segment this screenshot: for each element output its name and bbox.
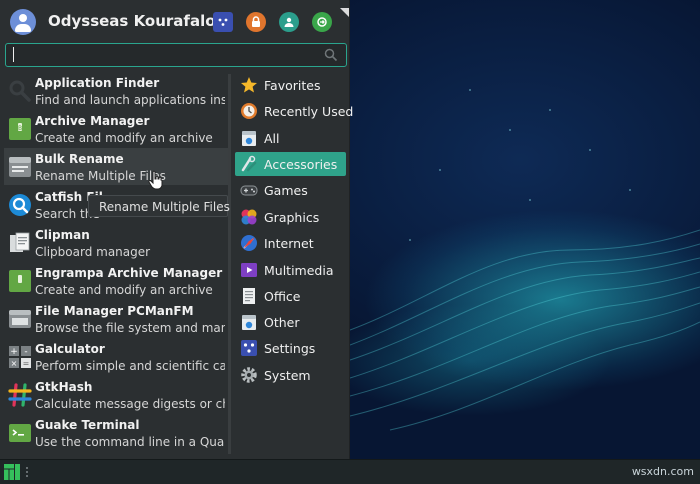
app-description: Find and launch applications instal...: [35, 93, 225, 107]
calculator-icon: + - × =: [9, 346, 31, 368]
category-favorites[interactable]: Favorites: [235, 73, 346, 97]
archive-icon: [9, 270, 31, 292]
application-menu: Odysseas Kourafalos Application Finder F…: [0, 0, 353, 459]
search-field[interactable]: [5, 43, 347, 67]
wave-particles: [350, 89, 700, 431]
category-accessories[interactable]: Accessories: [235, 152, 346, 176]
category-label: Other: [264, 315, 300, 330]
all-apps-icon: [242, 131, 256, 146]
clock-icon: [241, 103, 257, 119]
app-name: Engrampa Archive Manager: [35, 266, 223, 280]
app-description: Clipboard manager: [35, 245, 151, 259]
gamepad-icon: [240, 185, 258, 196]
user-name: Odysseas Kourafalos: [48, 12, 225, 30]
category-settings[interactable]: Settings: [235, 336, 346, 360]
category-label: Office: [264, 289, 301, 304]
app-name: Bulk Rename: [35, 152, 124, 166]
svg-text:+: +: [10, 347, 18, 357]
other-icon: [242, 315, 256, 330]
category-label: Recently Used: [264, 104, 354, 119]
app-description: Calculate message digests or che...: [35, 397, 225, 411]
clipboard-icon: [10, 232, 30, 252]
app-item-guake-terminal[interactable]: Guake Terminal Use the command line in a…: [4, 414, 228, 451]
globe-icon: [241, 235, 257, 251]
category-office[interactable]: Office: [235, 284, 346, 308]
search-icon: [324, 48, 338, 62]
terminal-icon: [9, 424, 31, 442]
app-list-scrollbar[interactable]: [228, 74, 231, 454]
multimedia-icon: [241, 263, 257, 277]
app-description: Create and modify an archive: [35, 283, 213, 297]
app-description: Rename Multiple Files: [35, 169, 166, 183]
hash-icon: [8, 383, 32, 407]
category-multimedia[interactable]: Multimedia: [235, 258, 346, 282]
app-item-bulk-rename[interactable]: Bulk Rename Rename Multiple Files: [4, 148, 228, 185]
panel-handle-icon: [26, 467, 28, 477]
category-games[interactable]: Games: [235, 178, 346, 202]
watermark-text: wsxdn.com: [631, 465, 694, 478]
category-label: Multimedia: [264, 263, 334, 278]
app-item-galculator[interactable]: + - × = Galculator Perform simple and sc…: [4, 338, 228, 375]
bulk-rename-icon: [9, 157, 31, 177]
app-name: GtkHash: [35, 380, 93, 394]
svg-text:=: =: [23, 359, 30, 368]
application-list: Application Finder Find and launch appli…: [4, 72, 228, 456]
app-name: Application Finder: [35, 76, 160, 90]
magnifier-icon: [9, 80, 31, 102]
star-icon: [241, 77, 257, 93]
menu-header: Odysseas Kourafalos: [0, 0, 349, 42]
category-label: Favorites: [264, 78, 321, 93]
switch-user-icon[interactable]: [279, 12, 299, 32]
app-description: Perform simple and scientific calc...: [35, 359, 225, 373]
logout-icon[interactable]: [312, 12, 332, 32]
tooltip: Rename Multiple Files: [88, 195, 230, 217]
app-description: Create and modify an archive: [35, 131, 213, 145]
user-avatar-icon: [10, 9, 36, 35]
app-item-clipman[interactable]: Clipman Clipboard manager: [4, 224, 228, 261]
accessories-icon: [241, 155, 257, 172]
settings-icon: [241, 340, 257, 356]
svg-text:×: ×: [11, 359, 18, 368]
app-item-file-manager[interactable]: File Manager PCManFM Browse the file sys…: [4, 300, 228, 337]
taskbar: wsxdn.com: [0, 459, 700, 484]
category-label: System: [264, 368, 311, 383]
app-description: Browse the file system and mana...: [35, 321, 225, 335]
category-recently-used[interactable]: Recently Used: [235, 99, 353, 123]
resize-corner-icon[interactable]: [340, 8, 349, 17]
file-manager-icon: [9, 310, 31, 328]
search-input[interactable]: [12, 46, 316, 64]
category-internet[interactable]: Internet: [235, 231, 346, 255]
category-label: Games: [264, 183, 308, 198]
gear-icon: [241, 367, 257, 383]
app-item-archive-manager[interactable]: B Archive Manager Create and modify an a…: [4, 110, 228, 147]
app-item-gtkhash[interactable]: GtkHash Calculate message digests or che…: [4, 376, 228, 413]
app-name: Archive Manager: [35, 114, 150, 128]
app-name: File Manager PCManFM: [35, 304, 194, 318]
lock-icon[interactable]: [246, 12, 266, 32]
app-name: Galculator: [35, 342, 105, 356]
app-item-engrampa[interactable]: Engrampa Archive Manager Create and modi…: [4, 262, 228, 299]
svg-text:-: -: [24, 347, 27, 357]
category-label: Accessories: [264, 157, 338, 172]
category-other[interactable]: Other: [235, 310, 346, 334]
manjaro-menu-icon[interactable]: [4, 464, 20, 480]
hand-cursor-icon: [148, 170, 163, 190]
category-label: Settings: [264, 341, 316, 356]
document-icon: [243, 288, 255, 304]
category-all[interactable]: All: [235, 126, 346, 150]
category-label: Graphics: [264, 210, 320, 225]
app-name: Clipman: [35, 228, 90, 242]
settings-manager-icon[interactable]: [213, 12, 233, 32]
app-name: Guake Terminal: [35, 418, 140, 432]
category-system[interactable]: System: [235, 363, 346, 387]
category-label: All: [264, 131, 280, 146]
app-item-application-finder[interactable]: Application Finder Find and launch appli…: [4, 72, 228, 109]
archive-icon: B: [9, 118, 31, 140]
app-description: Use the command line in a Quake...: [35, 435, 225, 449]
catfish-icon: [9, 194, 31, 216]
category-graphics[interactable]: Graphics: [235, 205, 346, 229]
svg-text:B: B: [18, 125, 22, 132]
graphics-icon: [241, 209, 257, 225]
category-label: Internet: [264, 236, 314, 251]
